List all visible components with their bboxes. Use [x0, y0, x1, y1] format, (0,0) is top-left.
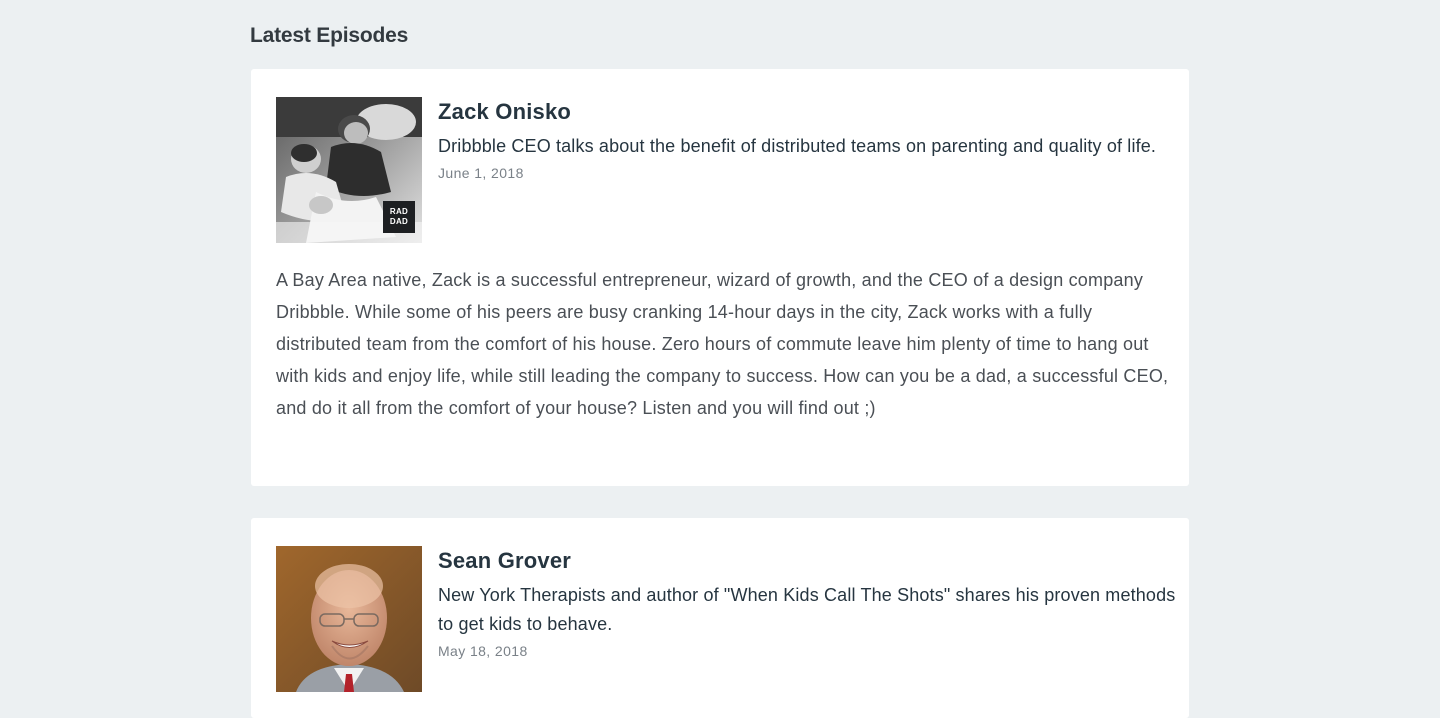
episode-meta: Zack Onisko Dribbble CEO talks about the…: [438, 97, 1178, 181]
episode-thumbnail[interactable]: RAD DAD: [276, 97, 422, 243]
section-title: Latest Episodes: [250, 24, 409, 47]
rad-dad-logo: RAD DAD: [383, 201, 415, 233]
episode-description: A Bay Area native, Zack is a successful …: [276, 270, 1169, 418]
badge-line-2: DAD: [389, 217, 409, 226]
episode-summary: New York Therapists and author of "When …: [438, 585, 1176, 634]
episode-summary: Dribbble CEO talks about the benefit of …: [438, 136, 1157, 156]
portrait-photo: [276, 546, 422, 692]
episode-title[interactable]: Zack Onisko: [438, 97, 1178, 127]
episode-thumbnail[interactable]: [276, 546, 422, 692]
episode-card[interactable]: RAD DAD Zack Onisko Dribbble CEO talks a…: [251, 69, 1189, 486]
episode-date: May 18, 2018: [438, 643, 528, 659]
episode-meta: Sean Grover New York Therapists and auth…: [438, 546, 1178, 659]
episode-date: June 1, 2018: [438, 165, 524, 181]
episode-card[interactable]: Sean Grover New York Therapists and auth…: [251, 518, 1189, 718]
badge-line-1: RAD: [389, 207, 409, 216]
episode-title[interactable]: Sean Grover: [438, 546, 1178, 576]
